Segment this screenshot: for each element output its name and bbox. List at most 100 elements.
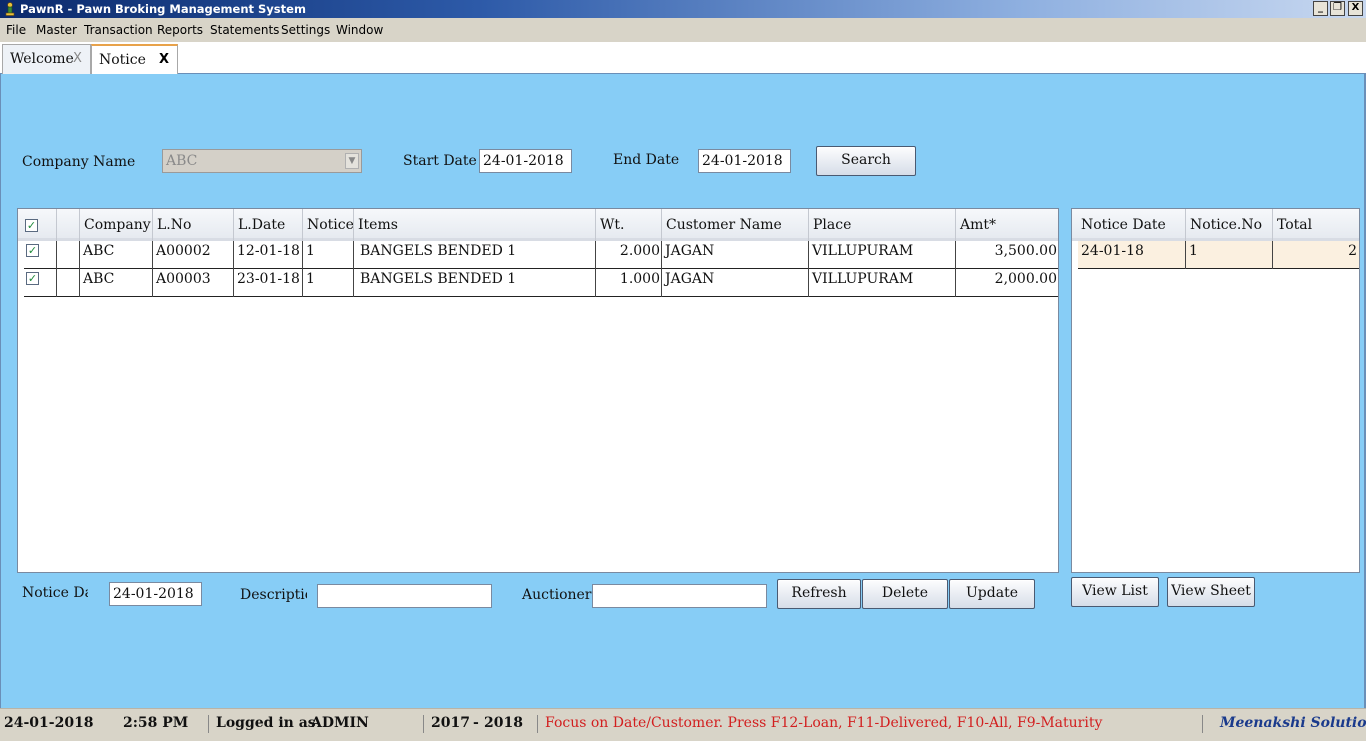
menu-window[interactable]: Window: [336, 23, 383, 37]
row-blank-cell: [57, 269, 80, 297]
total-cell: 2: [1348, 243, 1357, 259]
tab-notice[interactable]: Notice X: [91, 44, 178, 75]
status-hint: Focus on Date/Customer. Press F12-Loan, …: [545, 715, 1103, 731]
update-button[interactable]: Update: [949, 579, 1035, 609]
menu-file[interactable]: File: [6, 23, 26, 37]
title-bar: PawnR - Pawn Broking Management System _…: [0, 0, 1366, 18]
header-total[interactable]: Total: [1273, 209, 1359, 241]
place-cell: VILLUPURAM: [809, 241, 956, 269]
header-company[interactable]: Company: [80, 209, 153, 241]
company-cell: ABC: [80, 269, 153, 297]
notice-no-cell: 1: [1186, 241, 1273, 269]
search-button[interactable]: Search: [816, 146, 916, 176]
auctioner-field[interactable]: [592, 584, 767, 608]
description-field[interactable]: [317, 584, 492, 608]
amt-cell: 2,000.00: [994, 271, 1057, 287]
notice-cell: 1: [303, 269, 354, 297]
wt-cell: 2.000: [596, 241, 662, 269]
company-select[interactable]: ABC ▼: [162, 149, 362, 173]
minimize-button[interactable]: _: [1313, 1, 1328, 16]
menu-master[interactable]: Master: [36, 23, 77, 37]
place-cell: VILLUPURAM: [809, 269, 956, 297]
start-date-label: Start Date: [403, 153, 477, 169]
customer-cell: JAGAN: [662, 241, 809, 269]
table-row[interactable]: ✓ ABC A00002 12-01-18 1 BANGELS BENDED 1…: [24, 241, 1058, 269]
end-date-label: End Date: [613, 152, 680, 168]
header-place[interactable]: Place: [809, 209, 956, 241]
window-title: PawnR - Pawn Broking Management System: [20, 2, 306, 16]
amt-cell: 3,500.00: [994, 243, 1057, 259]
list-item[interactable]: 24-01-18 1 2: [1078, 241, 1359, 269]
row-select-cell[interactable]: ✓: [24, 241, 57, 269]
company-name-label: Company Name: [22, 154, 136, 170]
header-amt[interactable]: Amt*: [956, 209, 1058, 241]
row-select-cell[interactable]: ✓: [24, 269, 57, 297]
status-bar: 24-01-2018 2:58 PM Logged in as ADMIN 20…: [0, 708, 1366, 741]
menu-bar: File Master Transaction Reports Statemen…: [0, 18, 1366, 42]
header-customer-name[interactable]: Customer Name: [662, 209, 809, 241]
header-notice-no[interactable]: Notice.No: [1186, 209, 1273, 241]
status-date: 24-01-2018: [4, 715, 94, 731]
refresh-button[interactable]: Refresh: [777, 579, 861, 609]
restore-button[interactable]: ❐: [1330, 1, 1345, 16]
header-items[interactable]: Items: [354, 209, 596, 241]
checkbox-checked-icon[interactable]: ✓: [26, 272, 39, 285]
lno-cell: A00002: [153, 241, 234, 269]
header-notice-date[interactable]: Notice Date: [1072, 209, 1186, 241]
chevron-down-icon[interactable]: ▼: [345, 153, 359, 169]
notice-date-label: Notice Date: [22, 585, 88, 601]
company-select-value: ABC: [166, 153, 198, 169]
menu-statements[interactable]: Statements: [210, 23, 279, 37]
header-lno[interactable]: L.No: [153, 209, 234, 241]
pawn-icon: [5, 2, 15, 16]
header-ldate[interactable]: L.Date: [234, 209, 303, 241]
lno-cell: A00003: [153, 269, 234, 297]
notice-date-field[interactable]: 24-01-2018: [109, 582, 202, 606]
delete-button[interactable]: Delete: [862, 579, 948, 609]
tab-notice-close-icon[interactable]: X: [159, 52, 169, 67]
status-user: ADMIN: [311, 715, 369, 731]
tab-welcome-label: Welcome: [10, 51, 74, 67]
company-cell: ABC: [80, 241, 153, 269]
notice-summary-grid: Notice Date Notice.No Total 24-01-18 1 2: [1071, 208, 1360, 573]
customer-cell: JAGAN: [662, 269, 809, 297]
notice-form: Company Name ABC ▼ Start Date 24-01-2018…: [0, 74, 1366, 708]
ldate-cell: 12-01-18: [234, 241, 303, 269]
menu-reports[interactable]: Reports: [157, 23, 203, 37]
header-notice[interactable]: Notice: [303, 209, 354, 241]
tab-strip: Welcome X Notice X: [0, 42, 1366, 75]
status-divider: [1202, 715, 1203, 733]
auctioner-label: Auctioner: [522, 587, 592, 603]
status-login-label: Logged in as: [216, 715, 316, 731]
view-sheet-button[interactable]: View Sheet: [1167, 577, 1255, 607]
table-row[interactable]: ✓ ABC A00003 23-01-18 1 BANGELS BENDED 1…: [24, 269, 1058, 297]
tab-welcome-close-icon[interactable]: X: [73, 51, 82, 66]
view-list-button[interactable]: View List: [1071, 577, 1159, 607]
status-year-to: 2018: [484, 715, 523, 731]
header-wt[interactable]: Wt.: [596, 209, 662, 241]
status-year-from: 2017: [431, 715, 470, 731]
status-company: Meenakshi Solutions: [1220, 715, 1366, 731]
row-blank-cell: [57, 241, 80, 269]
status-time: 2:58 PM: [123, 715, 189, 731]
tab-notice-label: Notice: [99, 52, 146, 68]
status-divider: [537, 715, 538, 733]
menu-settings[interactable]: Settings: [281, 23, 330, 37]
grid-header: ✓ Company L.No L.Date Notice Items Wt. C…: [18, 209, 1058, 241]
close-window-button[interactable]: X: [1348, 1, 1363, 16]
items-cell: BANGELS BENDED 1: [354, 269, 596, 297]
tab-welcome[interactable]: Welcome X: [2, 44, 91, 74]
notice-date-cell: 24-01-18: [1078, 241, 1186, 269]
menu-transaction[interactable]: Transaction: [84, 23, 153, 37]
start-date-field[interactable]: 24-01-2018: [479, 149, 572, 173]
notice-cell: 1: [303, 241, 354, 269]
status-divider: [423, 715, 424, 733]
summary-header: Notice Date Notice.No Total: [1072, 209, 1359, 241]
header-select-all[interactable]: ✓: [18, 209, 57, 241]
header-blank: [57, 209, 80, 241]
status-divider: [208, 715, 209, 733]
end-date-field[interactable]: 24-01-2018: [698, 149, 791, 173]
description-label: Description: [240, 587, 307, 603]
checkbox-checked-icon[interactable]: ✓: [26, 244, 39, 257]
checkbox-checked-icon[interactable]: ✓: [25, 219, 38, 232]
